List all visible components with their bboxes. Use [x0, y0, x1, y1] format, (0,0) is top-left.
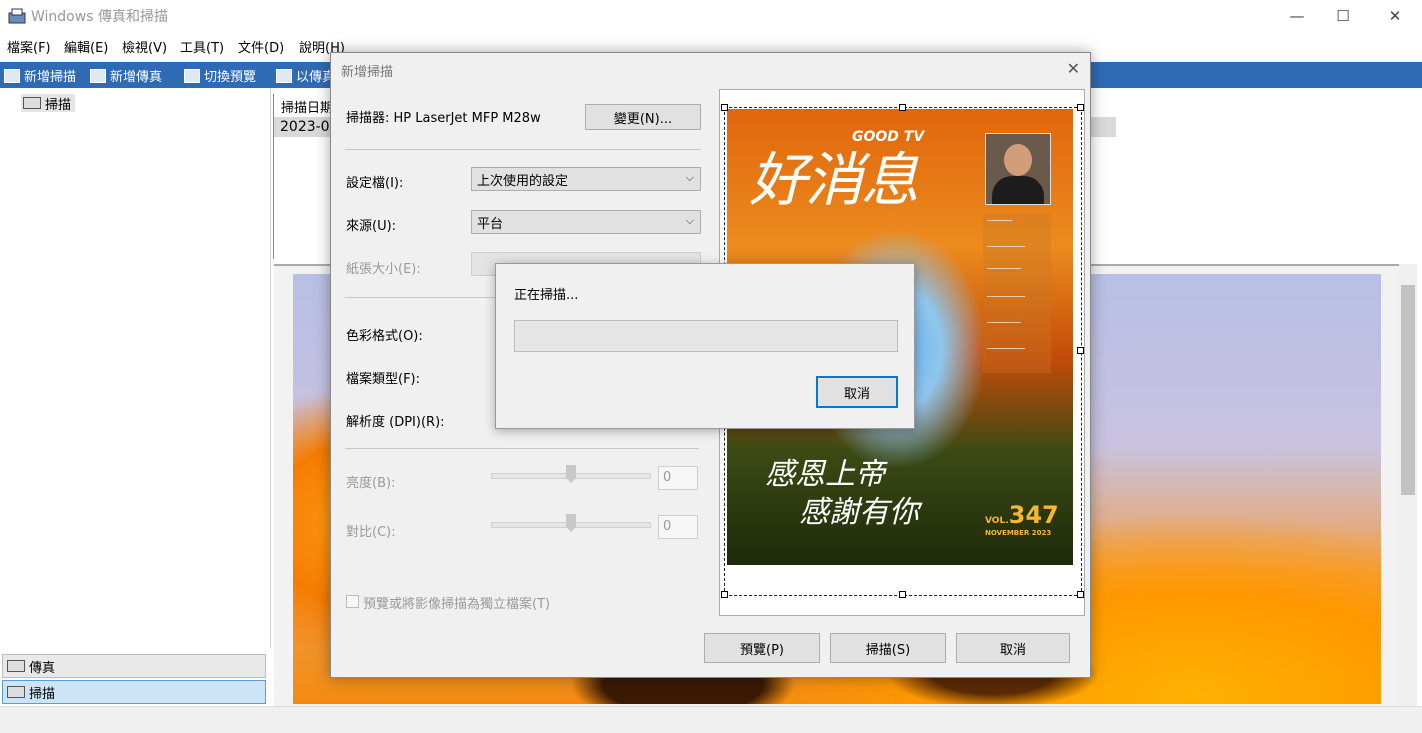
resolution-label: 解析度 (DPI)(R): — [346, 415, 445, 430]
fax-icon — [7, 660, 25, 672]
contrast-input[interactable]: 0 — [658, 515, 698, 539]
new-fax-button[interactable]: 新增傳真 — [90, 66, 162, 85]
brightness-input[interactable]: 0 — [658, 466, 698, 490]
menu-view[interactable]: 檢視(V) — [122, 37, 167, 56]
scanner-icon — [7, 686, 25, 698]
separate-files-checkbox[interactable] — [346, 595, 359, 608]
tree-item-scan-label: 掃描 — [45, 97, 72, 113]
scanning-status-text: 正在掃描... — [514, 288, 579, 303]
divider — [345, 149, 701, 150]
minimize-button[interactable]: — — [1274, 0, 1320, 32]
menu-file[interactable]: 檔案(F) — [7, 37, 51, 56]
status-bar — [0, 706, 1422, 733]
separate-files-label: 預覽或將影像掃描為獨立檔案(T) — [363, 597, 551, 612]
contrast-label: 對比(C): — [346, 525, 396, 540]
scanner-label: 掃描器: HP LaserJet MFP M28w — [346, 111, 541, 126]
selection-handle[interactable] — [1077, 591, 1084, 598]
toggle-preview-button[interactable]: 切換預覽 — [184, 66, 256, 85]
paper-size-label: 紙張大小(E): — [346, 262, 421, 277]
new-fax-label: 新增傳真 — [110, 70, 163, 85]
file-type-label: 檔案類型(F): — [346, 372, 421, 387]
fax-as-icon — [276, 68, 292, 83]
chevron-down-icon: ⌵ — [685, 171, 694, 184]
toggle-preview-icon — [184, 68, 200, 83]
app-fax-icon — [8, 8, 26, 24]
toggle-preview-label: 切換預覽 — [204, 70, 257, 85]
menu-tools[interactable]: 工具(T) — [180, 37, 224, 56]
new-scan-button[interactable]: 新增掃描 — [4, 66, 76, 85]
nav-fax-label: 傳真 — [29, 660, 56, 676]
nav-fax[interactable]: 傳真 — [2, 654, 266, 678]
profile-select[interactable]: 上次使用的設定 ⌵ — [471, 167, 701, 191]
profile-value: 上次使用的設定 — [477, 173, 569, 189]
dialog-title: 新增掃描 — [341, 65, 394, 80]
selection-handle[interactable] — [721, 591, 728, 598]
selection-handle[interactable] — [899, 591, 906, 598]
cancel-button[interactable]: 取消 — [956, 633, 1070, 663]
title-bar: Windows 傳真和掃描 — ☐ ✕ — [0, 0, 1422, 32]
selection-handle[interactable] — [1077, 347, 1084, 354]
change-scanner-button[interactable]: 變更(N)... — [585, 104, 701, 130]
contrast-slider-thumb[interactable] — [566, 514, 576, 532]
new-scan-icon — [4, 68, 20, 83]
color-format-label: 色彩格式(O): — [346, 329, 423, 344]
divider — [345, 448, 699, 449]
menu-edit[interactable]: 編輯(E) — [64, 37, 108, 56]
new-scan-label: 新增掃描 — [24, 70, 77, 85]
folder-tree-pane — [0, 88, 271, 648]
progress-cancel-button[interactable]: 取消 — [816, 376, 898, 408]
preview-scrollbar-thumb[interactable] — [1401, 285, 1415, 495]
tree-item-scan[interactable]: 掃描 — [21, 94, 76, 113]
source-value: 平台 — [477, 216, 504, 232]
column-header-scan-date[interactable]: 掃描日期 — [281, 97, 333, 116]
scan-progress-bar — [514, 320, 898, 352]
fax-as-button[interactable]: 以傳真 — [276, 66, 335, 85]
nav-scan-label: 掃描 — [29, 686, 56, 702]
dialog-close-icon[interactable]: ✕ — [1067, 59, 1080, 78]
source-select[interactable]: 平台 ⌵ — [471, 210, 701, 234]
brightness-slider-thumb[interactable] — [566, 465, 576, 483]
brightness-label: 亮度(B): — [346, 476, 396, 491]
selection-handle[interactable] — [899, 104, 906, 111]
preview-button[interactable]: 預覽(P) — [704, 633, 820, 663]
chevron-down-icon: ⌵ — [685, 214, 694, 227]
scanner-icon — [23, 97, 41, 109]
scan-button[interactable]: 掃描(S) — [830, 633, 946, 663]
close-button[interactable]: ✕ — [1372, 0, 1418, 32]
source-label: 來源(U): — [346, 219, 397, 234]
nav-scan[interactable]: 掃描 — [2, 680, 266, 704]
maximize-button[interactable]: ☐ — [1320, 0, 1366, 32]
selection-handle[interactable] — [721, 104, 728, 111]
menu-document[interactable]: 文件(D) — [238, 37, 284, 56]
new-fax-icon — [90, 68, 106, 83]
selection-handle[interactable] — [1077, 104, 1084, 111]
scanning-progress-dialog: 正在掃描... 取消 — [495, 263, 915, 429]
profile-label: 設定檔(I): — [346, 176, 404, 191]
window-title: Windows 傳真和掃描 — [31, 9, 168, 25]
